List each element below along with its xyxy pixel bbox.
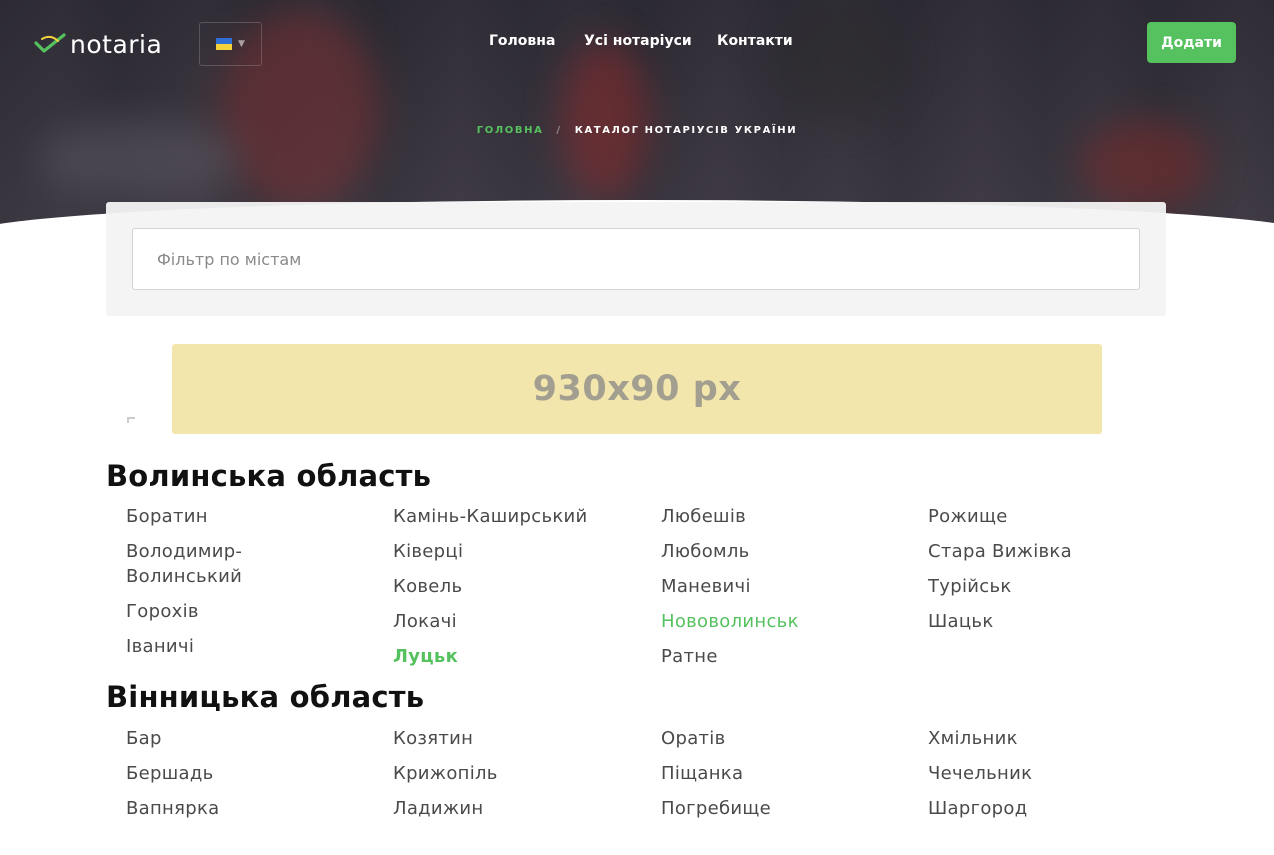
city-link[interactable]: Локачі — [393, 609, 643, 634]
breadcrumb-current: Каталог нотаріусів України — [574, 125, 798, 136]
city-link[interactable]: Стара Вижівка — [928, 539, 1178, 564]
city-link[interactable]: Крижопіль — [393, 761, 643, 786]
filter-panel — [106, 202, 1166, 316]
city-link[interactable]: Любешів — [661, 504, 911, 529]
city-link[interactable]: Погребище — [661, 796, 911, 821]
city-link[interactable]: Горохів — [126, 599, 376, 624]
ukraine-flag-icon — [216, 38, 233, 50]
city-link[interactable]: Хмільник — [928, 726, 1178, 751]
city-link[interactable]: Камінь-Каширський — [393, 504, 643, 529]
city-column: Любешів Любомль Маневичі Нововолинськ Ра… — [661, 504, 911, 679]
nav-contacts[interactable]: Контакти — [717, 33, 793, 49]
city-link[interactable]: Любомль — [661, 539, 911, 564]
city-link[interactable]: Маневичі — [661, 574, 911, 599]
city-link[interactable]: Ковель — [393, 574, 643, 599]
logo-text: notaria — [70, 30, 163, 59]
city-column: Рожище Стара Вижівка Турійськ Шацьк — [928, 504, 1178, 644]
city-link[interactable]: Іваничі — [126, 634, 376, 659]
city-column: Козятин Крижопіль Ладижин — [393, 726, 643, 831]
city-filter-input[interactable] — [132, 228, 1140, 290]
city-column: Оратів Піщанка Погребище — [661, 726, 911, 831]
ad-marker-icon — [127, 417, 135, 423]
city-link[interactable]: Чечельник — [928, 761, 1178, 786]
region-title: Вінницька область — [106, 680, 425, 714]
breadcrumb-separator: / — [556, 125, 562, 136]
city-link[interactable]: Ладижин — [393, 796, 643, 821]
city-link[interactable]: Бершадь — [126, 761, 376, 786]
ad-banner[interactable]: 930x90 px — [172, 344, 1102, 434]
city-link[interactable]: Вапнярка — [126, 796, 376, 821]
region-title: Волинська область — [106, 459, 432, 493]
city-link[interactable]: Турійськ — [928, 574, 1178, 599]
city-link[interactable]: Ківерці — [393, 539, 643, 564]
logo[interactable]: notaria — [34, 30, 162, 59]
city-link[interactable]: Оратів — [661, 726, 911, 751]
city-link[interactable]: Боратин — [126, 504, 376, 529]
nav-all-notaries[interactable]: Усі нотаріуси — [584, 33, 692, 49]
language-selector[interactable]: ▼ — [199, 22, 262, 66]
add-button[interactable]: Додати — [1147, 22, 1236, 63]
breadcrumb-home[interactable]: Головна — [477, 125, 544, 136]
city-link[interactable]: Шаргород — [928, 796, 1178, 821]
city-link[interactable]: Рожище — [928, 504, 1178, 529]
city-column: Бар Бершадь Вапнярка — [126, 726, 376, 831]
city-link[interactable]: Бар — [126, 726, 376, 751]
city-column: Камінь-Каширський Ківерці Ковель Локачі … — [393, 504, 643, 679]
nav-home[interactable]: Головна — [489, 33, 555, 49]
city-link-active[interactable]: Луцьк — [393, 644, 643, 669]
breadcrumb: Головна / Каталог нотаріусів України — [0, 125, 1274, 136]
city-link[interactable]: Піщанка — [661, 761, 911, 786]
city-link[interactable]: Козятин — [393, 726, 643, 751]
city-link[interactable]: Шацьк — [928, 609, 1178, 634]
city-link-hover[interactable]: Нововолинськ — [661, 609, 911, 634]
city-link[interactable]: Ратне — [661, 644, 911, 669]
city-column: Хмільник Чечельник Шаргород — [928, 726, 1178, 831]
city-column: Боратин Володимир-Волинський Горохів Іва… — [126, 504, 376, 669]
logo-icon — [34, 31, 66, 59]
chevron-down-icon: ▼ — [238, 39, 245, 49]
city-link[interactable]: Володимир-Волинський — [126, 539, 306, 589]
